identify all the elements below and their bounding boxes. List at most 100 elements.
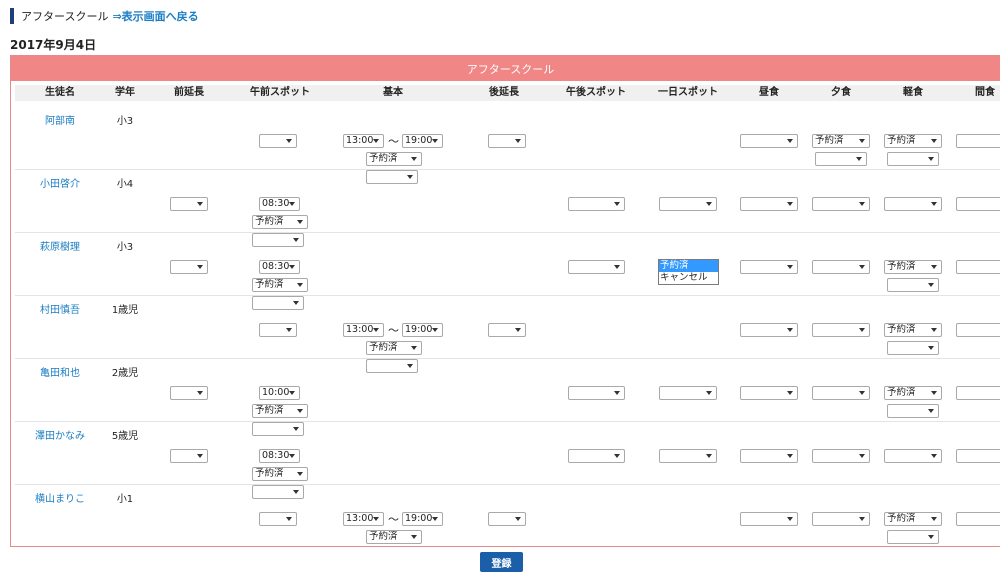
basic-start-time-select[interactable]: 13:00: [343, 512, 384, 526]
post-extension-select[interactable]: [488, 512, 526, 526]
snack2-select[interactable]: [956, 386, 1000, 400]
lunch-select[interactable]: [740, 260, 798, 274]
snack2-select[interactable]: [956, 260, 1000, 274]
snack-option-select[interactable]: [887, 278, 939, 292]
day-spot-select[interactable]: [659, 449, 717, 463]
chevron-down-icon: [859, 517, 865, 521]
lunch-select[interactable]: [740, 197, 798, 211]
snack-option-select[interactable]: [887, 530, 939, 544]
time-range-tilde: 〜: [388, 324, 399, 337]
student-name-link[interactable]: 横山まりこ: [35, 490, 85, 505]
am-spot-time-select[interactable]: [259, 323, 297, 337]
pm-spot-select[interactable]: [568, 449, 625, 463]
pm-spot-select[interactable]: [568, 260, 625, 274]
snack-select-value: 予約済: [887, 513, 916, 524]
student-name-link[interactable]: 村田慎吾: [40, 301, 80, 316]
student-name-link[interactable]: 萩原樹理: [40, 238, 80, 253]
column-header-post_ext: 後延長: [489, 87, 519, 98]
snack-select[interactable]: 予約済: [884, 386, 942, 400]
student-grade: 小4: [116, 179, 134, 190]
student-name-link[interactable]: 澤田かなみ: [35, 427, 85, 442]
dropdown-option[interactable]: 予約済: [659, 260, 718, 272]
basic-status-select[interactable]: 予約済: [366, 152, 422, 166]
snack2-select[interactable]: [956, 197, 1000, 211]
student-name-link[interactable]: 亀田和也: [40, 364, 80, 379]
chevron-down-icon: [614, 265, 620, 269]
dinner-select[interactable]: [812, 197, 870, 211]
post-extension-select[interactable]: [488, 323, 526, 337]
snack-select[interactable]: 予約済: [884, 134, 942, 148]
column-header-snack2: 間食: [975, 87, 995, 98]
snack-select[interactable]: 予約済: [884, 512, 942, 526]
chevron-down-icon: [859, 391, 865, 395]
am-spot-status-select[interactable]: 予約済: [252, 278, 308, 292]
snack-select[interactable]: [884, 197, 942, 211]
dinner-select-value: 予約済: [815, 135, 844, 146]
lunch-select[interactable]: [740, 323, 798, 337]
lunch-select[interactable]: [740, 386, 798, 400]
dinner-select[interactable]: [812, 386, 870, 400]
basic-start-time-select[interactable]: 13:00: [343, 323, 384, 337]
student-grade: 2歳児: [111, 368, 139, 379]
basic-end-time-select[interactable]: 19:00: [402, 134, 443, 148]
dropdown-option[interactable]: キャンセル: [659, 272, 718, 284]
am-spot-status-select[interactable]: 予約済: [252, 215, 308, 229]
am-spot-time-select[interactable]: [259, 134, 297, 148]
chevron-down-icon: [928, 535, 934, 539]
student-name-link[interactable]: 阿部南: [45, 112, 75, 127]
snack-option-select[interactable]: [887, 152, 939, 166]
am-spot-time-select[interactable]: [259, 512, 297, 526]
snack-option-select[interactable]: [887, 341, 939, 355]
snack-option-select[interactable]: [887, 404, 939, 418]
chevron-down-icon: [515, 517, 521, 521]
student-name-link[interactable]: 小田啓介: [40, 175, 80, 190]
dinner-option-select[interactable]: [815, 152, 867, 166]
snack2-select[interactable]: [956, 323, 1000, 337]
table-row: 小田啓介 小4 08:30 予約済: [11, 170, 1000, 247]
am-spot-time-select[interactable]: 08:30: [259, 260, 300, 274]
basic-start-time-select[interactable]: 13:00: [343, 134, 384, 148]
pm-spot-select[interactable]: [568, 386, 625, 400]
snack2-select[interactable]: [956, 449, 1000, 463]
snack2-select[interactable]: [956, 512, 1000, 526]
back-link[interactable]: ⇒表示画面へ戻る: [112, 8, 198, 24]
chevron-down-icon: [297, 283, 303, 287]
dinner-select[interactable]: [812, 512, 870, 526]
dinner-select[interactable]: [812, 449, 870, 463]
pre-extension-select[interactable]: [170, 260, 208, 274]
lunch-select[interactable]: [740, 134, 798, 148]
am-spot-time-select[interactable]: 10:00: [259, 386, 300, 400]
chevron-down-icon: [515, 139, 521, 143]
am-spot-status-select[interactable]: 予約済: [252, 404, 308, 418]
pre-extension-select[interactable]: [170, 386, 208, 400]
snack2-select[interactable]: [956, 134, 1000, 148]
lunch-select[interactable]: [740, 449, 798, 463]
chevron-down-icon: [787, 454, 793, 458]
basic-end-time-select[interactable]: 19:00: [402, 323, 443, 337]
am-spot-time-select[interactable]: 08:30: [259, 197, 300, 211]
pre-extension-select[interactable]: [170, 197, 208, 211]
day-spot-select[interactable]: [659, 386, 717, 400]
snack-select[interactable]: 予約済: [884, 260, 942, 274]
am-spot-time-select[interactable]: 08:30: [259, 449, 300, 463]
chevron-down-icon: [515, 328, 521, 332]
snack-select[interactable]: 予約済: [884, 323, 942, 337]
chevron-down-icon: [928, 157, 934, 161]
snack-select[interactable]: [884, 449, 942, 463]
dinner-select[interactable]: 予約済: [812, 134, 870, 148]
lunch-select[interactable]: [740, 512, 798, 526]
dinner-select[interactable]: [812, 323, 870, 337]
pm-spot-select[interactable]: [568, 197, 625, 211]
basic-end-time-select[interactable]: 19:00: [402, 512, 443, 526]
chevron-down-icon: [614, 202, 620, 206]
post-extension-select[interactable]: [488, 134, 526, 148]
basic-status-select[interactable]: 予約済: [366, 530, 422, 544]
day-spot-select[interactable]: [659, 197, 717, 211]
am-spot-status-select[interactable]: 予約済: [252, 467, 308, 481]
pre-extension-select[interactable]: [170, 449, 208, 463]
basic-status-select[interactable]: 予約済: [366, 341, 422, 355]
dinner-select[interactable]: [812, 260, 870, 274]
chevron-down-icon: [286, 139, 292, 143]
register-button[interactable]: 登録: [480, 552, 523, 572]
snack-select-value: 予約済: [887, 135, 916, 146]
